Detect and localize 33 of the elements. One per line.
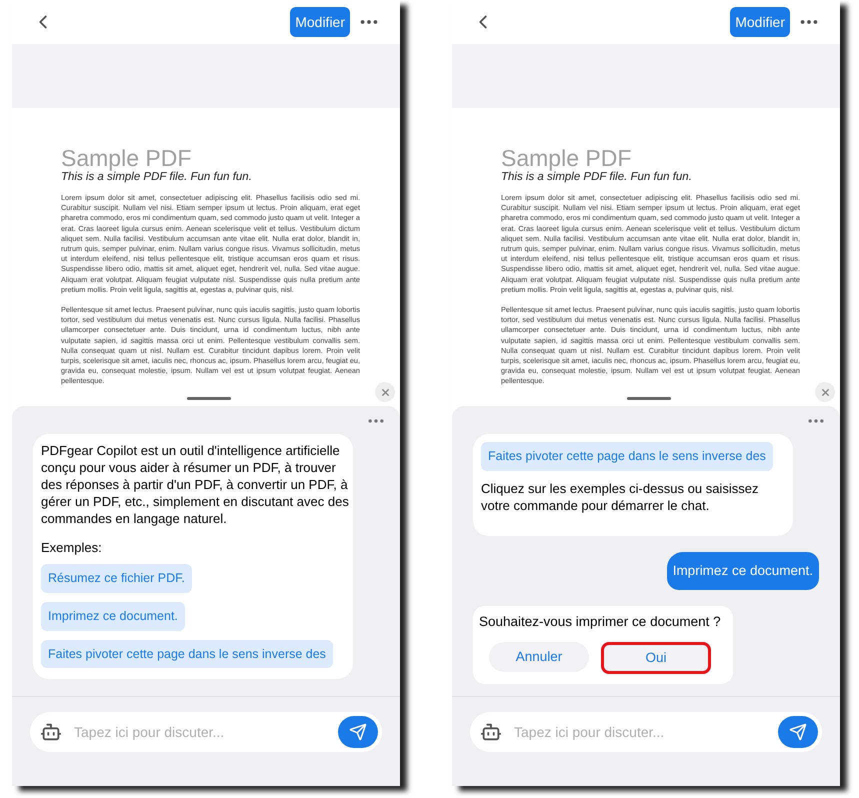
pdf-subtitle: This is a simple PDF file. Fun fun fun.	[501, 171, 693, 185]
confirm-question: Souhaitez-vous imprimer ce document ?	[479, 613, 722, 631]
pdf-subtitle: This is a simple PDF file. Fun fun fun.	[61, 171, 253, 185]
pdf-title: Sample PDF	[501, 146, 632, 170]
confirm-button[interactable]: Oui	[601, 642, 711, 674]
chat-input[interactable]: Tapez ici pour discuter...	[74, 722, 338, 742]
example-chip[interactable]: Faites pivoter cette page dans le sens inverse des	[481, 442, 773, 471]
close-button[interactable]	[375, 382, 395, 402]
drag-handle[interactable]	[187, 396, 231, 400]
robot-icon	[480, 721, 502, 743]
close-icon	[380, 386, 390, 398]
chat-input[interactable]: Tapez ici pour discuter...	[514, 722, 778, 742]
send-button[interactable]	[778, 716, 818, 748]
user-message-bubble: Imprimez ce document.	[666, 552, 819, 590]
edit-button[interactable]: Modifier	[730, 7, 790, 37]
send-icon	[349, 723, 367, 741]
message-text: PDFgear Copilot est un outil d'intelligence artificielle conçu pour vous aider à résumer un PDF, à trouver des réponses à partir d'un PDF, à convertir un PDF, à gérer un PDF, etc., simplement en discutant avec des commandes en langage naturel.	[41, 442, 349, 527]
close-icon	[820, 386, 830, 398]
example-chip[interactable]: Faites pivoter cette page dans le sens inverse des	[41, 640, 333, 668]
example-chip[interactable]: Résumez ce fichier PDF.	[41, 564, 192, 593]
chat-input-field[interactable]: Tapez ici pour discuter...	[30, 712, 382, 752]
robot-icon	[40, 721, 62, 743]
confirm-button[interactable]: Annuler	[489, 642, 589, 672]
examples-label: Exemples:	[41, 539, 103, 556]
send-button[interactable]	[338, 716, 378, 748]
drag-handle[interactable]	[627, 396, 671, 400]
message-text: Cliquez sur les exemples ci-dessus ou saisissez votre commande pour démarrer le chat.	[481, 480, 760, 514]
send-icon	[789, 723, 807, 741]
close-button[interactable]	[815, 382, 835, 402]
pdf-title: Sample PDF	[61, 146, 192, 170]
edit-button[interactable]: Modifier	[290, 7, 350, 37]
chat-input-field[interactable]: Tapez ici pour discuter...	[470, 712, 822, 752]
example-chip[interactable]: Imprimez ce document.	[41, 602, 185, 630]
